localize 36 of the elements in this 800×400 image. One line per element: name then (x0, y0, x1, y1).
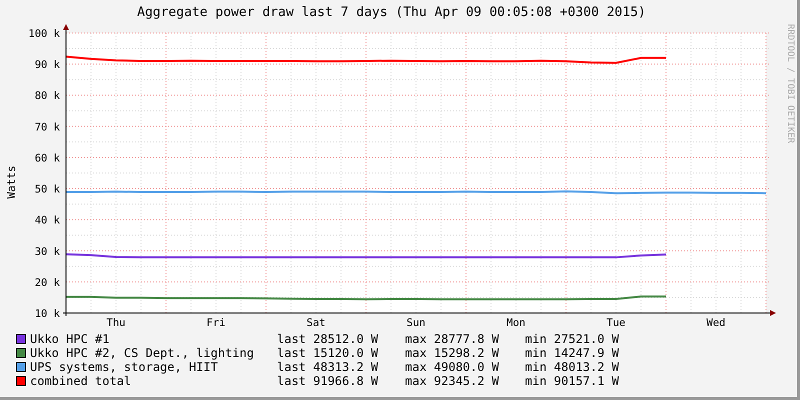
x-tick-label: Wed (706, 317, 726, 329)
legend-label: UPS systems, storage, HIIT (30, 360, 219, 374)
y-tick-label: 90 k (34, 59, 60, 72)
max-value: max 49080.0 W (405, 360, 500, 374)
legend-label: Ukko HPC #1 (30, 332, 110, 346)
y-tick-label: 100 k (28, 28, 60, 40)
y-tick-label: 30 k (34, 246, 60, 258)
y-tick-label: 70 k (34, 121, 60, 134)
x-tick-label: Sat (306, 317, 326, 329)
y-tick-label: 60 k (34, 152, 60, 164)
side-label: RRDTOOL / TOBI OETIKER (785, 24, 795, 144)
max-value: max 15298.2 W (405, 346, 500, 360)
min-value: min 14247.9 W (525, 346, 619, 360)
x-tick-label: Sun (406, 317, 426, 329)
y-tick-label: 10 k (34, 308, 60, 320)
x-tick-label: Mon (506, 317, 526, 329)
chart-title: Aggregate power draw last 7 days (Thu Apr 09 00:05:08 +0300 2015) (136, 4, 647, 22)
legend-label: combined total (30, 374, 132, 388)
y-tick-label: 50 k (34, 184, 60, 196)
max-value: max 28777.8 W (405, 332, 500, 346)
max-value: max 92345.2 W (405, 374, 500, 388)
y-tick-label: 80 k (34, 90, 60, 102)
x-tick-label: Thu (106, 317, 126, 329)
min-value: min 27521.0 W (525, 332, 619, 346)
y-tick-label: 40 k (34, 214, 60, 227)
last-value: last 48313.2 W (277, 360, 380, 374)
min-value: min 90157.1 W (525, 374, 619, 388)
last-value: last 15120.0 W (277, 346, 380, 360)
last-value: last 28512.0 W (277, 332, 380, 346)
legend-label: Ukko HPC #2, CS Dept., lighting (30, 346, 255, 360)
x-tick-label: Fri (206, 317, 226, 329)
min-value: min 48013.2 W (525, 360, 619, 374)
last-value: last 91966.8 W (277, 374, 380, 388)
y-axis-label: Watts (5, 165, 18, 199)
x-tick-label: Tue (606, 317, 626, 329)
y-tick-label: 20 k (34, 276, 60, 289)
